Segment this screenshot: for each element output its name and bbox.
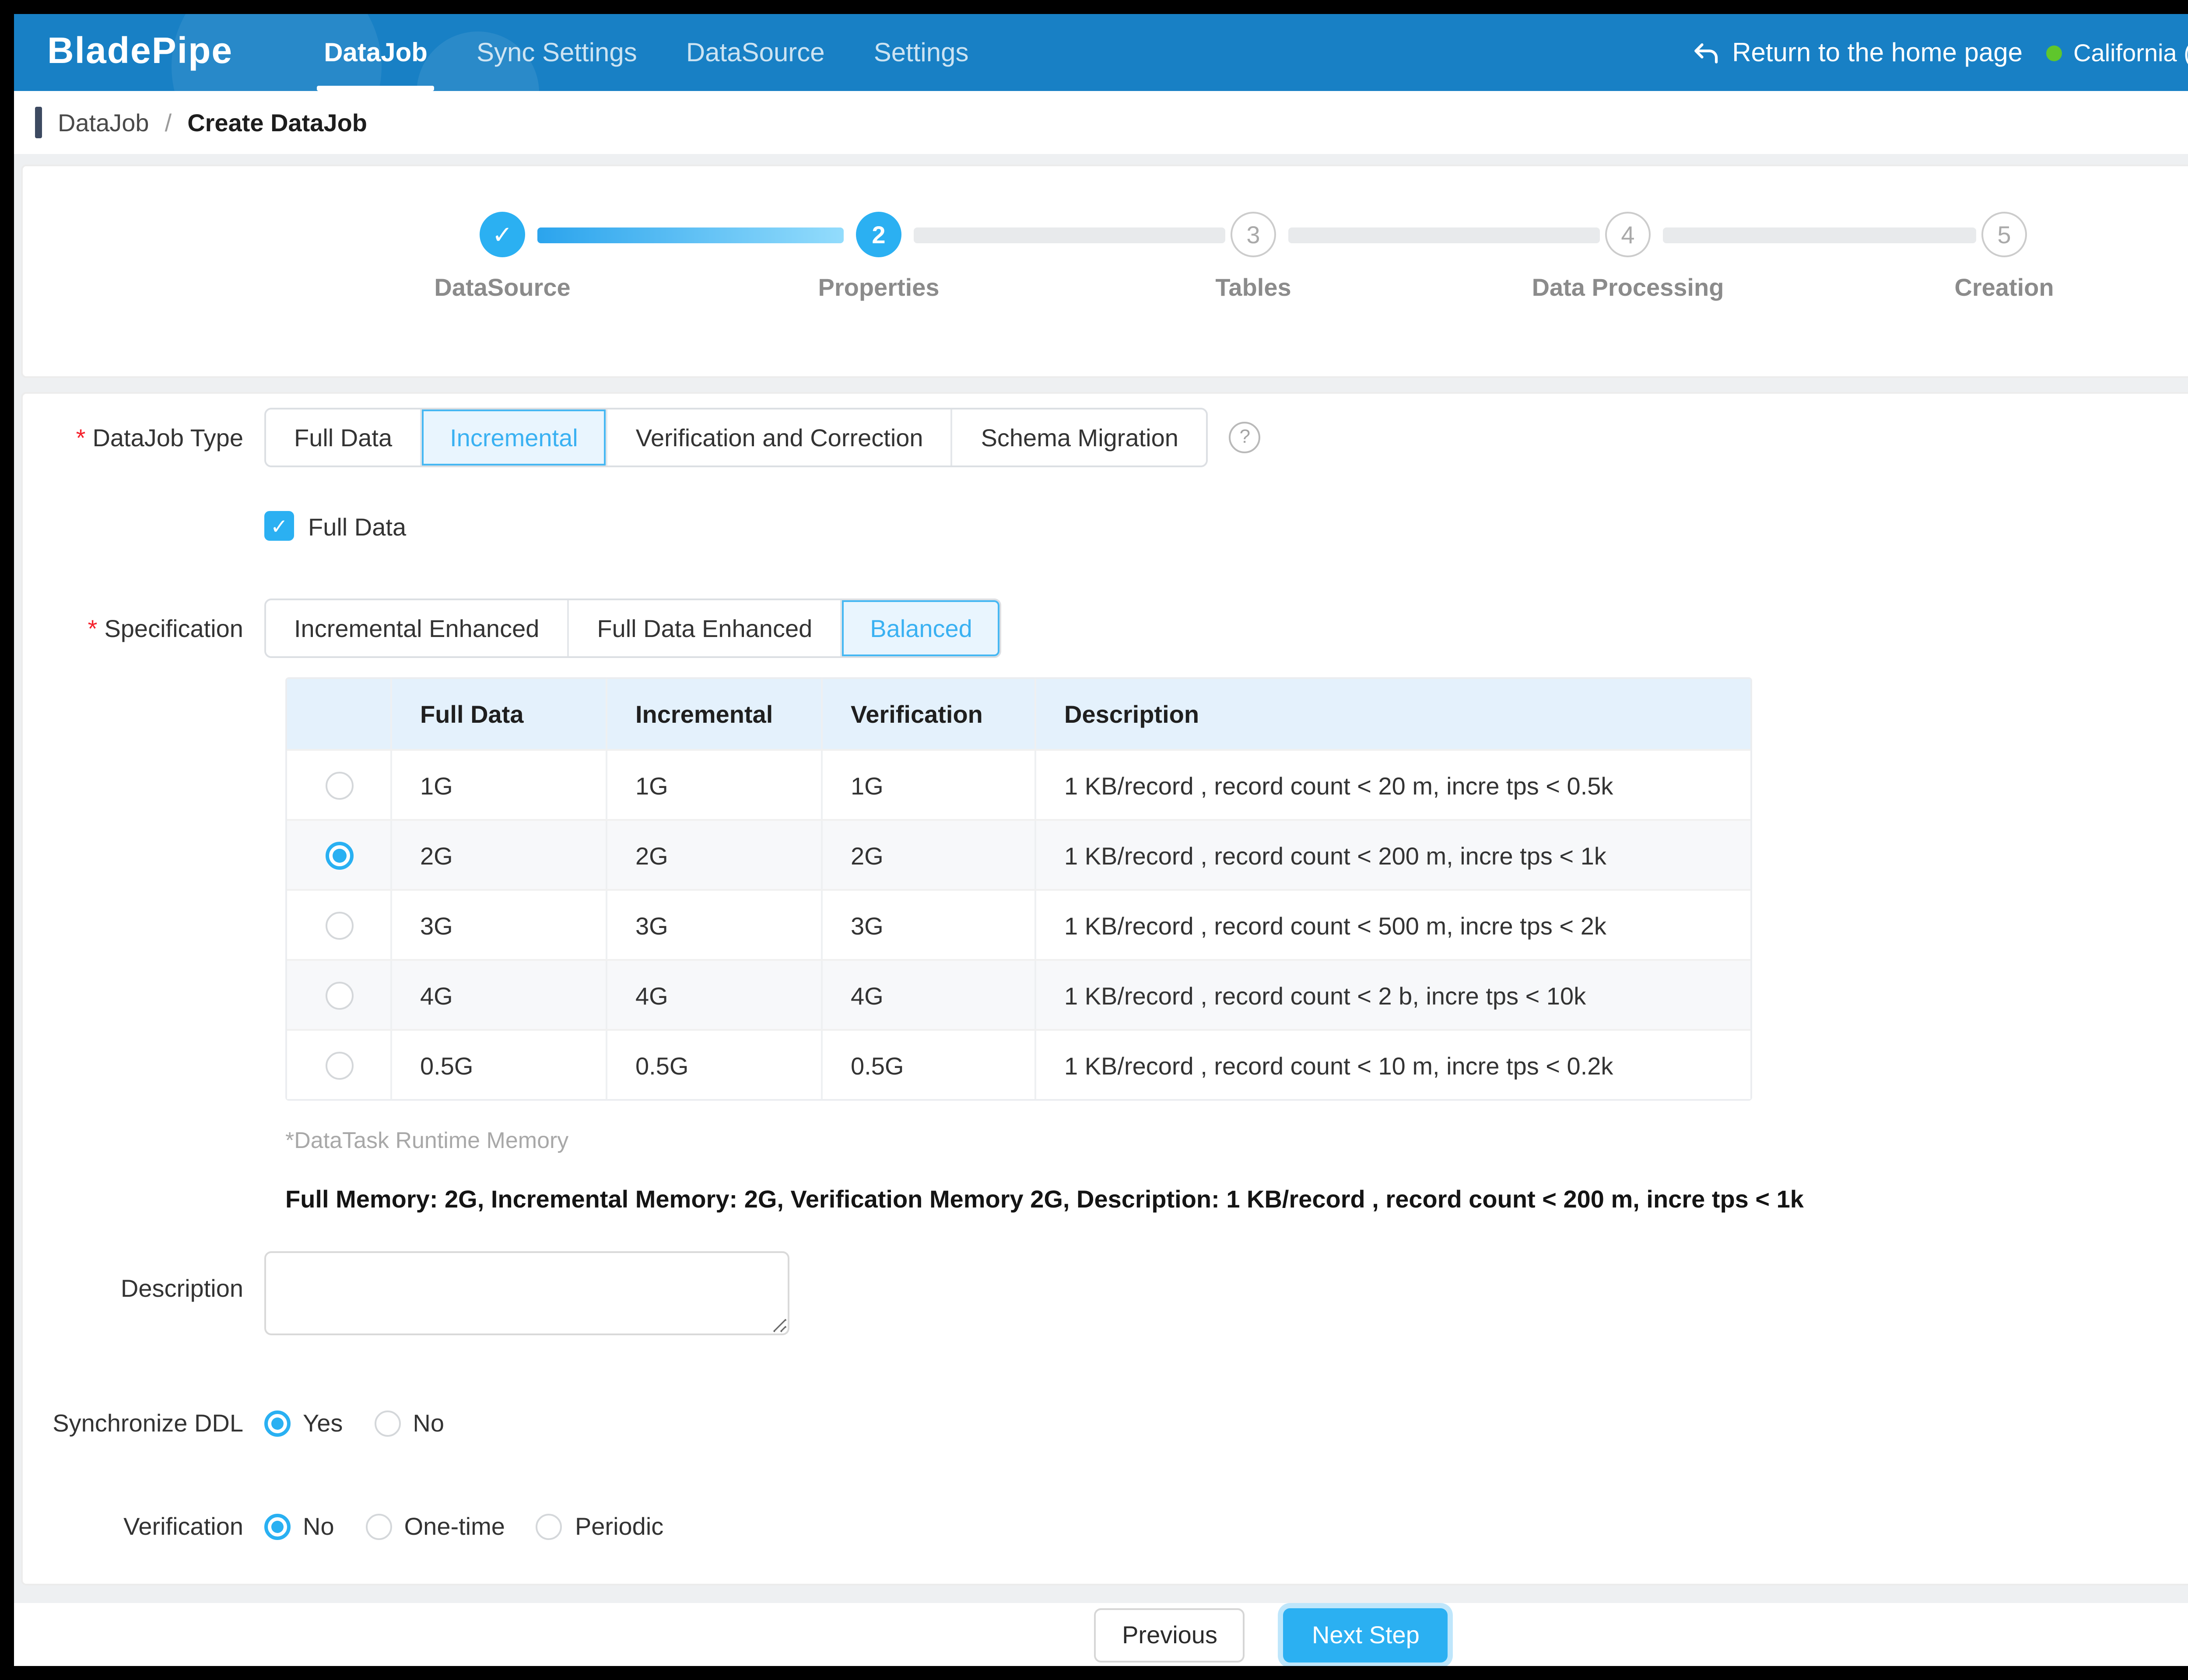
ddl-radio-no[interactable]: No bbox=[374, 1409, 444, 1437]
step-circle-creation: 5 bbox=[1981, 212, 2027, 257]
header-verification: Verification bbox=[821, 679, 1034, 749]
region-selector[interactable]: California (v0.7.0) bbox=[2045, 38, 2188, 66]
header-full-data: Full Data bbox=[390, 679, 606, 749]
return-arrow-icon bbox=[1690, 38, 1720, 67]
table-row[interactable]: 4G 4G 4G 1 KB/record , record count < 2 … bbox=[287, 959, 1750, 1029]
navbar-right-cluster: Return to the home page California (v0.7… bbox=[1690, 29, 2188, 76]
step-bar-2 bbox=[914, 228, 1225, 243]
footer-action-bar: Previous Next Step bbox=[14, 1603, 2188, 1666]
region-status-dot bbox=[2045, 45, 2061, 60]
step-bar-3 bbox=[1288, 228, 1600, 243]
table-row[interactable]: 0.5G 0.5G 0.5G 1 KB/record , record coun… bbox=[287, 1029, 1750, 1099]
main-nav: DataJob Sync Settings DataSource Setting… bbox=[299, 14, 993, 91]
datajob-type-group: Full Data Incremental Verification and C… bbox=[264, 408, 1208, 467]
datajob-type-full-data[interactable]: Full Data bbox=[266, 410, 420, 466]
step-label-creation: Creation bbox=[1954, 273, 2054, 301]
previous-button[interactable]: Previous bbox=[1094, 1607, 1245, 1662]
specification-table: Full Data Incremental Verification Descr… bbox=[285, 677, 1752, 1101]
breadcrumb-accent-bar bbox=[35, 107, 42, 138]
nav-tab-sync-settings[interactable]: Sync Settings bbox=[452, 14, 662, 91]
radio-icon bbox=[536, 1513, 563, 1539]
datajob-type-help-icon[interactable]: ? bbox=[1229, 422, 1261, 453]
header-radio-col bbox=[287, 679, 390, 749]
table-footnote: *DataTask Runtime Memory bbox=[285, 1127, 568, 1153]
required-asterisk: * bbox=[88, 614, 98, 642]
header-description: Description bbox=[1034, 679, 1750, 749]
nav-tab-datasource[interactable]: DataSource bbox=[662, 14, 849, 91]
verification-radio-one-time[interactable]: One-time bbox=[366, 1512, 505, 1540]
header-incremental: Incremental bbox=[606, 679, 821, 749]
row-radio-checked[interactable] bbox=[325, 841, 353, 869]
description-row: Description bbox=[23, 1251, 2188, 1335]
verification-row: Verification No One-time Periodic bbox=[23, 1512, 2188, 1540]
datajob-type-row: *DataJob Type Full Data Incremental Veri… bbox=[23, 408, 2188, 467]
breadcrumb-separator: / bbox=[165, 108, 172, 136]
step-circle-data-processing: 4 bbox=[1605, 212, 1651, 257]
step-bar-4 bbox=[1663, 228, 1976, 243]
table-header-row: Full Data Incremental Verification Descr… bbox=[287, 679, 1750, 749]
breadcrumb-parent[interactable]: DataJob bbox=[58, 108, 149, 136]
table-row[interactable]: 3G 3G 3G 1 KB/record , record count < 50… bbox=[287, 889, 1750, 959]
datajob-type-label: *DataJob Type bbox=[23, 408, 264, 467]
radio-icon bbox=[366, 1513, 392, 1539]
return-home-link[interactable]: Return to the home page bbox=[1690, 38, 2023, 67]
row-radio[interactable] bbox=[325, 911, 353, 939]
ddl-radio-yes[interactable]: Yes bbox=[264, 1409, 343, 1437]
row-radio[interactable] bbox=[325, 981, 353, 1009]
radio-checked-icon bbox=[264, 1410, 291, 1436]
verification-label: Verification bbox=[23, 1512, 264, 1540]
step-label-datasource: DataSource bbox=[434, 273, 570, 301]
specification-group: Incremental Enhanced Full Data Enhanced … bbox=[264, 598, 1002, 658]
datajob-type-verification-and-correction[interactable]: Verification and Correction bbox=[606, 410, 951, 466]
synchronize-ddl-label: Synchronize DDL bbox=[23, 1409, 264, 1437]
step-bar-1 bbox=[537, 228, 844, 243]
full-data-checkbox-label: Full Data bbox=[308, 512, 406, 540]
step-circle-properties: 2 bbox=[856, 212, 901, 257]
radio-icon bbox=[374, 1410, 400, 1436]
full-data-checkbox[interactable]: ✓ Full Data bbox=[264, 511, 406, 541]
selection-summary: Full Memory: 2G, Incremental Memory: 2G,… bbox=[285, 1185, 1804, 1213]
verification-radio-no[interactable]: No bbox=[264, 1512, 334, 1540]
table-row-selected[interactable]: 2G 2G 2G 1 KB/record , record count < 20… bbox=[287, 819, 1750, 889]
breadcrumb: DataJob / Create DataJob bbox=[14, 91, 2188, 154]
stepper-card: ✓ 2 3 4 5 DataSource Properties Tables D… bbox=[21, 164, 2188, 378]
region-label: California (v0.7.0) bbox=[2073, 38, 2188, 66]
form-card: *DataJob Type Full Data Incremental Veri… bbox=[21, 392, 2188, 1586]
brand-logo: BladePipe bbox=[47, 32, 233, 74]
breadcrumb-current: Create DataJob bbox=[187, 108, 367, 136]
datajob-type-incremental[interactable]: Incremental bbox=[420, 410, 606, 466]
step-circle-tables: 3 bbox=[1231, 212, 1276, 257]
description-label: Description bbox=[23, 1251, 264, 1302]
description-textarea[interactable] bbox=[264, 1251, 789, 1335]
required-asterisk: * bbox=[76, 424, 86, 452]
return-home-label: Return to the home page bbox=[1732, 38, 2023, 67]
nav-tab-datajob[interactable]: DataJob bbox=[299, 14, 452, 91]
row-radio[interactable] bbox=[325, 1051, 353, 1079]
nav-tab-settings[interactable]: Settings bbox=[849, 14, 993, 91]
step-label-tables: Tables bbox=[1215, 273, 1291, 301]
next-step-button[interactable]: Next Step bbox=[1284, 1607, 1448, 1662]
step-circle-datasource: ✓ bbox=[480, 212, 525, 257]
checkbox-checked-icon: ✓ bbox=[264, 511, 294, 541]
table-row[interactable]: 1G 1G 1G 1 KB/record , record count < 20… bbox=[287, 749, 1750, 819]
spec-incremental-enhanced[interactable]: Incremental Enhanced bbox=[266, 600, 567, 656]
radio-checked-icon bbox=[264, 1513, 291, 1539]
synchronize-ddl-row: Synchronize DDL Yes No bbox=[23, 1409, 2188, 1437]
specification-label: *Specification bbox=[23, 598, 264, 658]
full-data-checkbox-row: ✓ Full Data bbox=[23, 511, 2188, 541]
step-label-data-processing: Data Processing bbox=[1532, 273, 1724, 301]
screenshot-frame: BladePipe DataJob Sync Settings DataSour… bbox=[0, 0, 2188, 1680]
datajob-type-schema-migration[interactable]: Schema Migration bbox=[951, 410, 1206, 466]
top-navbar: BladePipe DataJob Sync Settings DataSour… bbox=[14, 14, 2188, 91]
app-window: BladePipe DataJob Sync Settings DataSour… bbox=[14, 14, 2188, 1666]
step-label-properties: Properties bbox=[818, 273, 940, 301]
spec-balanced[interactable]: Balanced bbox=[840, 600, 1000, 656]
row-radio[interactable] bbox=[325, 771, 353, 799]
specification-row: *Specification Incremental Enhanced Full… bbox=[23, 598, 2188, 658]
verification-radio-periodic[interactable]: Periodic bbox=[536, 1512, 663, 1540]
spec-full-data-enhanced[interactable]: Full Data Enhanced bbox=[567, 600, 840, 656]
